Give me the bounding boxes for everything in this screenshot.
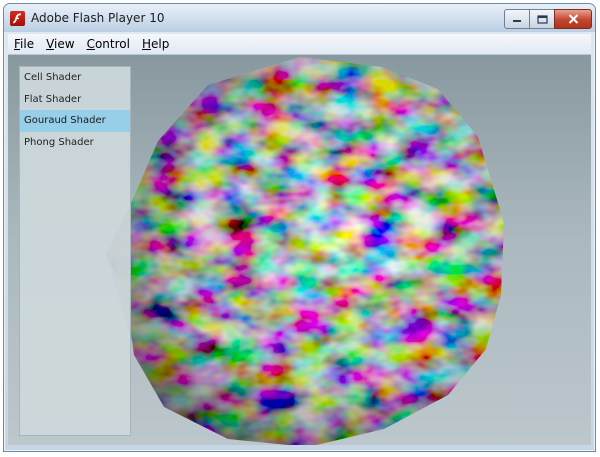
menu-help-accel: H <box>141 37 151 51</box>
window-title: Adobe Flash Player 10 <box>31 11 165 25</box>
menu-bar: File View Control Help <box>8 34 591 55</box>
minimize-button[interactable] <box>504 9 530 29</box>
shader-item-cell[interactable]: Cell Shader <box>20 67 130 89</box>
flash-app-icon <box>10 11 25 26</box>
flash-player-window: Adobe Flash Player 10 File View Control … <box>3 3 596 452</box>
shader-list[interactable]: Cell Shader Flat Shader Gouraud Shader P… <box>19 66 131 436</box>
close-icon <box>568 14 578 24</box>
menu-view-rest: iew <box>54 37 75 51</box>
menu-control-accel: C <box>86 37 95 51</box>
menu-file-rest: ile <box>20 37 35 51</box>
shader-item-phong[interactable]: Phong Shader <box>20 132 130 154</box>
flash-stage[interactable]: Cell Shader Flat Shader Gouraud Shader P… <box>8 55 591 445</box>
maximize-button[interactable] <box>529 9 555 29</box>
title-bar[interactable]: Adobe Flash Player 10 <box>4 4 595 32</box>
menu-view[interactable]: View <box>40 34 80 54</box>
close-button[interactable] <box>554 9 592 29</box>
shader-item-gouraud[interactable]: Gouraud Shader <box>20 110 130 132</box>
maximize-icon <box>536 14 548 24</box>
shader-item-flat[interactable]: Flat Shader <box>20 89 130 111</box>
menu-control[interactable]: Control <box>81 34 136 54</box>
menu-view-accel: V <box>46 37 55 51</box>
menu-control-rest: ontrol <box>94 37 130 51</box>
menu-help[interactable]: Help <box>136 34 175 54</box>
menu-file[interactable]: File <box>8 34 40 54</box>
minimize-icon <box>513 20 521 22</box>
menu-help-rest: elp <box>151 37 170 51</box>
